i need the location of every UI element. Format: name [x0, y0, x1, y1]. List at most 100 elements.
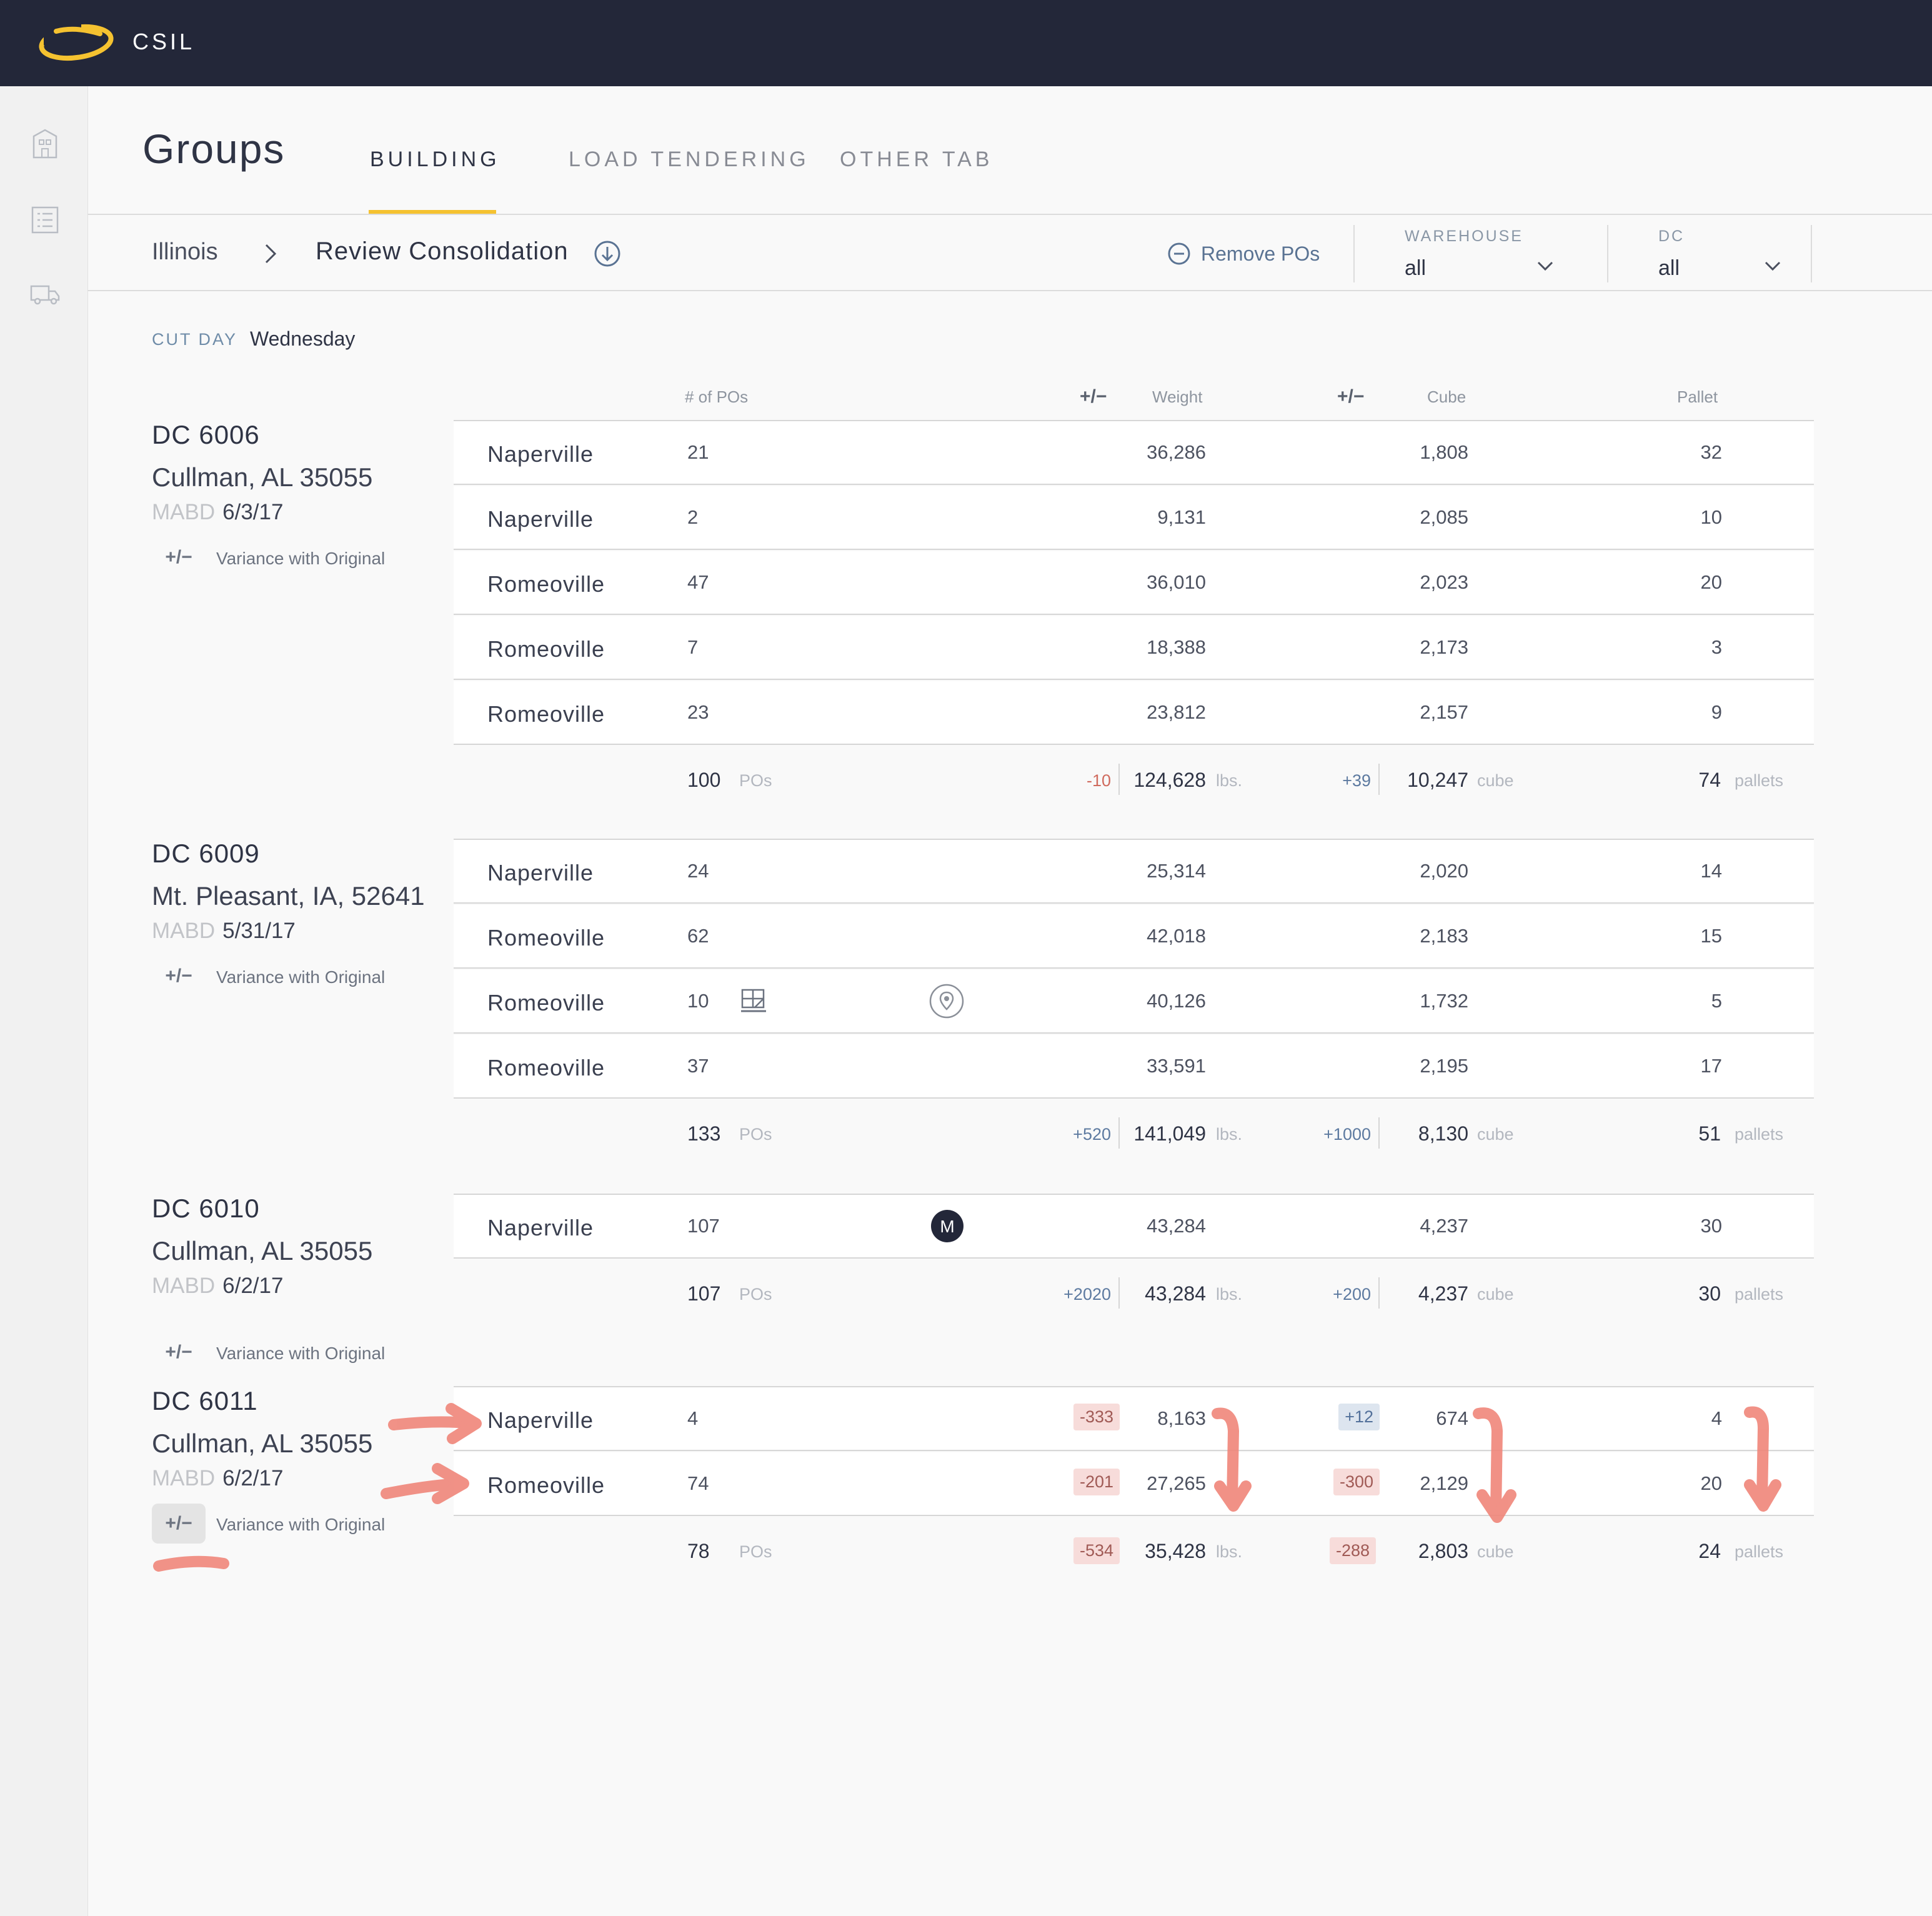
cube-variance-badge: +12 [1338, 1404, 1380, 1430]
mabd-date: 5/31/17 [222, 919, 296, 943]
po-count: 107 [687, 1215, 720, 1237]
warehouse-name: Naperville [487, 860, 594, 886]
remove-pos-button[interactable]: Remove POs [1167, 241, 1320, 266]
total-pos: 100 [687, 769, 721, 791]
page-title: Groups [142, 126, 286, 172]
breadcrumb-state[interactable]: Illinois [152, 239, 218, 266]
variance-label: Variance with Original [216, 549, 386, 568]
pallet-value: 10 [1700, 506, 1722, 528]
weight-total-variance: -534 [1073, 1537, 1120, 1564]
cube-value: 4,237 [1420, 1215, 1468, 1237]
warehouse-name: Romeoville [487, 571, 605, 597]
dc-number: DC 6006 [152, 420, 260, 449]
total-cube: 8,130 [1418, 1122, 1468, 1145]
top-bar: CSIL [0, 0, 1932, 86]
pallet-value: 30 [1700, 1215, 1722, 1237]
tab-load-tendering[interactable]: LOAD TENDERING [569, 147, 810, 172]
cube-total-variance: +39 [1342, 771, 1371, 790]
table-row[interactable]: Naperville 4 -333 8,163 +12 674 4 [454, 1387, 1814, 1450]
dc-mabd: MABD 6/2/17 [152, 1466, 283, 1491]
pallet-value: 17 [1700, 1055, 1722, 1077]
table-row[interactable]: Romeoville 74 -201 27,265 -300 2,129 20 [454, 1452, 1814, 1515]
total-pos: 133 [687, 1122, 721, 1145]
weight-value: 23,812 [1147, 701, 1206, 723]
warehouse-name: Romeoville [487, 636, 605, 662]
cube-value: 2,085 [1420, 506, 1468, 528]
table-row[interactable]: Romeoville 23 23,812 2,157 9 [454, 681, 1814, 744]
warehouse-filter-value[interactable]: all [1405, 256, 1426, 281]
table-row[interactable]: Naperville 21 36,286 1,808 32 [454, 421, 1814, 484]
list-icon[interactable] [29, 204, 61, 236]
variance-toggle-button[interactable]: +/− [152, 1332, 206, 1372]
weight-unit: lbs. [1216, 1125, 1243, 1144]
cube-unit: cube [1477, 771, 1514, 790]
remove-pos-label: Remove POs [1201, 242, 1320, 265]
pallet-icon[interactable] [740, 987, 767, 1015]
weight-value: 33,591 [1147, 1055, 1206, 1077]
table-row[interactable]: Naperville 24 25,314 2,020 14 [454, 840, 1814, 902]
table-row[interactable]: Naperville 2 9,131 2,085 10 [454, 486, 1814, 549]
variance-toggle-button[interactable]: +/− [152, 537, 206, 577]
weight-value: 36,286 [1147, 441, 1206, 463]
cube-value: 1,808 [1420, 441, 1468, 463]
table-row[interactable]: Romeoville 10 40,126 1,732 5 [454, 970, 1814, 1032]
weight-total-variance: +2020 [1063, 1285, 1111, 1304]
cube-value: 1,732 [1420, 990, 1468, 1012]
mabd-date: 6/2/17 [222, 1274, 284, 1298]
mabd-label: MABD [152, 1466, 216, 1490]
warehouse-name: Naperville [487, 506, 594, 532]
variance-divider [1378, 1277, 1380, 1309]
csil-logo-icon[interactable] [31, 17, 119, 67]
row-divider [454, 1515, 1814, 1516]
pallet-value: 20 [1700, 1472, 1722, 1494]
chevron-down-icon[interactable] [1763, 259, 1782, 274]
tab-other[interactable]: OTHER TAB [840, 147, 993, 172]
po-count: 4 [687, 1407, 699, 1429]
cube-unit: cube [1477, 1542, 1514, 1561]
weight-value: 8,163 [1157, 1407, 1206, 1429]
truck-icon[interactable] [29, 277, 61, 310]
pos-unit: POs [739, 1285, 772, 1304]
mabd-label: MABD [152, 919, 216, 943]
weight-value: 42,018 [1147, 925, 1206, 947]
warehouse-filter-label: WAREHOUSE [1405, 227, 1523, 245]
warehouse-name: Romeoville [487, 925, 605, 951]
table-row[interactable]: Romeoville 37 33,591 2,195 17 [454, 1035, 1814, 1097]
col-header-weight-variance: +/− [1080, 386, 1107, 407]
row-divider [454, 967, 1814, 969]
mabd-label: MABD [152, 500, 216, 524]
table-row[interactable]: Romeoville 47 36,010 2,023 20 [454, 551, 1814, 614]
pallet-unit: pallets [1735, 771, 1784, 790]
pallet-value: 3 [1711, 636, 1722, 658]
weight-total-variance: +520 [1073, 1125, 1111, 1144]
pos-unit: POs [739, 1542, 772, 1561]
minus-circle-icon [1168, 242, 1190, 265]
chevron-down-icon[interactable] [1536, 259, 1555, 274]
cube-value: 2,183 [1420, 925, 1468, 947]
tab-building[interactable]: BUILDING [370, 147, 500, 172]
annotation-arrow [381, 1478, 467, 1499]
weight-total-variance: -10 [1086, 771, 1111, 790]
pallet-unit: pallets [1735, 1125, 1784, 1144]
table-row[interactable]: Romeoville 62 42,018 2,183 15 [454, 905, 1814, 967]
col-header-weight: Weight [1152, 387, 1203, 406]
weight-unit: lbs. [1216, 1542, 1243, 1561]
total-cube: 2,803 [1418, 1540, 1468, 1562]
mabd-date: 6/3/17 [222, 500, 284, 524]
cube-value: 2,157 [1420, 701, 1468, 723]
subheader-divider [87, 290, 1932, 291]
svg-text:M: M [940, 1217, 954, 1236]
m-badge-icon[interactable]: M [930, 1209, 965, 1244]
cube-total-variance: +200 [1333, 1285, 1371, 1304]
table-row[interactable]: Naperville 107 43,284 4,237 30 M [454, 1195, 1814, 1257]
variance-toggle-button[interactable]: +/− [152, 956, 206, 996]
weight-value: 40,126 [1147, 990, 1206, 1012]
cube-value: 2,129 [1420, 1472, 1468, 1494]
pallet-unit: pallets [1735, 1285, 1784, 1304]
download-icon[interactable] [594, 240, 621, 267]
variance-toggle-button[interactable]: +/− [152, 1504, 206, 1544]
location-pin-icon[interactable] [929, 983, 965, 1019]
building-icon[interactable] [29, 127, 61, 160]
table-row[interactable]: Romeoville 7 18,388 2,173 3 [454, 616, 1814, 679]
dc-filter-value[interactable]: all [1658, 256, 1680, 281]
